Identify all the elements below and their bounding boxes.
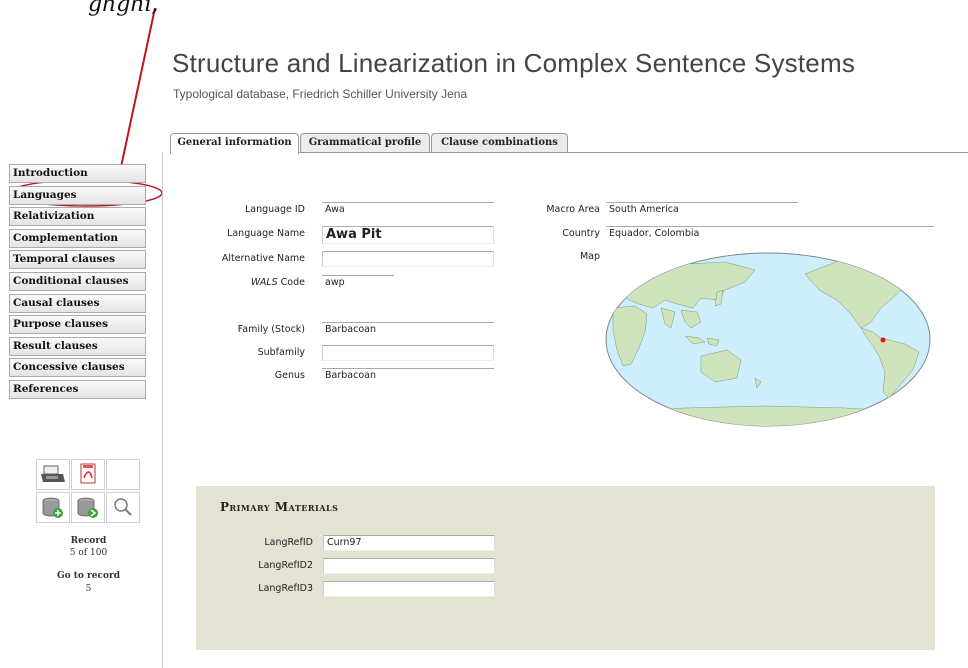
nav-item-conditional-clauses[interactable]: Conditional clauses bbox=[9, 271, 146, 291]
macro-area-label: Macro Area bbox=[546, 204, 600, 215]
goto-record-input[interactable]: 5 bbox=[36, 584, 141, 594]
nav-item-complementation[interactable]: Complementation bbox=[9, 228, 146, 248]
search-icon bbox=[114, 498, 132, 516]
langrefid-label: LangRefID bbox=[264, 537, 313, 548]
alternative-name-label: Alternative Name bbox=[221, 253, 305, 264]
tab-clause-combinations[interactable]: Clause combinations bbox=[431, 133, 568, 152]
wals-code-label: WALS Code bbox=[180, 277, 305, 288]
nav-item-result-clauses[interactable]: Result clauses bbox=[9, 336, 146, 356]
primary-materials-panel: Primary Materials LangRefID Curn97 LangR… bbox=[196, 486, 935, 650]
tab-general-information[interactable]: General information bbox=[170, 133, 299, 154]
langrefid2-field[interactable] bbox=[323, 558, 495, 574]
nav-item-languages[interactable]: Languages bbox=[9, 185, 146, 205]
find-button[interactable] bbox=[106, 492, 140, 523]
language-name-field[interactable]: Awa Pit bbox=[322, 226, 494, 244]
langrefid-field[interactable]: Curn97 bbox=[323, 535, 495, 551]
database-next-icon bbox=[77, 497, 98, 518]
printer-icon bbox=[41, 465, 65, 482]
wals-abbrev: WALS bbox=[250, 277, 278, 288]
language-id-field[interactable]: Awa bbox=[322, 202, 494, 218]
next-record-button[interactable] bbox=[71, 492, 105, 523]
nav-item-references[interactable]: References bbox=[9, 379, 146, 399]
alternative-name-field[interactable] bbox=[322, 251, 494, 267]
map-label: Map bbox=[579, 251, 600, 262]
nav-item-relativization[interactable]: Relativization bbox=[9, 207, 146, 227]
tab-grammatical-profile[interactable]: Grammatical profile bbox=[300, 133, 430, 152]
subfamily-label: Subfamily bbox=[257, 347, 305, 358]
goto-record-label-text: Go to record bbox=[56, 571, 121, 581]
world-map bbox=[605, 252, 931, 427]
langrefid3-field[interactable] bbox=[323, 581, 495, 597]
record-label: Record bbox=[36, 536, 141, 546]
pdf-button[interactable] bbox=[71, 459, 105, 490]
print-button[interactable] bbox=[36, 459, 70, 490]
page-subtitle: Typological database, Friedrich Schiller… bbox=[173, 87, 468, 101]
annotation-line bbox=[117, 7, 156, 182]
country-label: Country bbox=[562, 228, 600, 239]
content-left-border bbox=[162, 152, 163, 668]
nav-item-temporal-clauses[interactable]: Temporal clauses bbox=[9, 250, 146, 270]
family-label: Family (Stock) bbox=[237, 324, 305, 335]
genus-label: Genus bbox=[274, 370, 305, 381]
family-field[interactable]: Barbacoan bbox=[322, 322, 494, 338]
language-id-label: Language ID bbox=[244, 204, 305, 215]
country-field[interactable]: Equador, Colombia bbox=[606, 226, 934, 242]
new-record-button[interactable] bbox=[36, 492, 70, 523]
record-label-text: Record bbox=[70, 536, 107, 546]
pdf-icon bbox=[80, 463, 96, 484]
sidebar-nav: Introduction Languages Relativization Co… bbox=[9, 164, 146, 402]
empty-tool-cell bbox=[106, 459, 140, 490]
nav-item-purpose-clauses[interactable]: Purpose clauses bbox=[9, 315, 146, 335]
genus-field[interactable]: Barbacoan bbox=[322, 368, 494, 384]
nav-item-concessive-clauses[interactable]: Concessive clauses bbox=[9, 358, 146, 378]
cropped-heading-fragment: ghghi, bbox=[88, 0, 159, 17]
page-title: Structure and Linearization in Complex S… bbox=[172, 48, 856, 78]
nav-item-introduction[interactable]: Introduction bbox=[9, 164, 146, 183]
wals-code-field[interactable]: awp bbox=[322, 275, 394, 291]
subfamily-field[interactable] bbox=[322, 345, 494, 361]
primary-materials-title: Primary Materials bbox=[220, 500, 339, 514]
macro-area-field[interactable]: South America bbox=[606, 202, 798, 218]
language-name-label: Language Name bbox=[227, 228, 305, 239]
langrefid2-label: LangRefID2 bbox=[258, 560, 313, 571]
record-toolbox bbox=[36, 459, 141, 523]
langrefid3-label: LangRefID3 bbox=[258, 583, 313, 594]
nav-item-causal-clauses[interactable]: Causal clauses bbox=[9, 293, 146, 313]
wals-code-suffix: Code bbox=[277, 277, 305, 288]
language-location-marker bbox=[880, 337, 886, 343]
record-position: 5 of 100 bbox=[69, 548, 108, 558]
database-add-icon bbox=[42, 497, 63, 518]
goto-record-label: Go to record bbox=[36, 571, 141, 581]
